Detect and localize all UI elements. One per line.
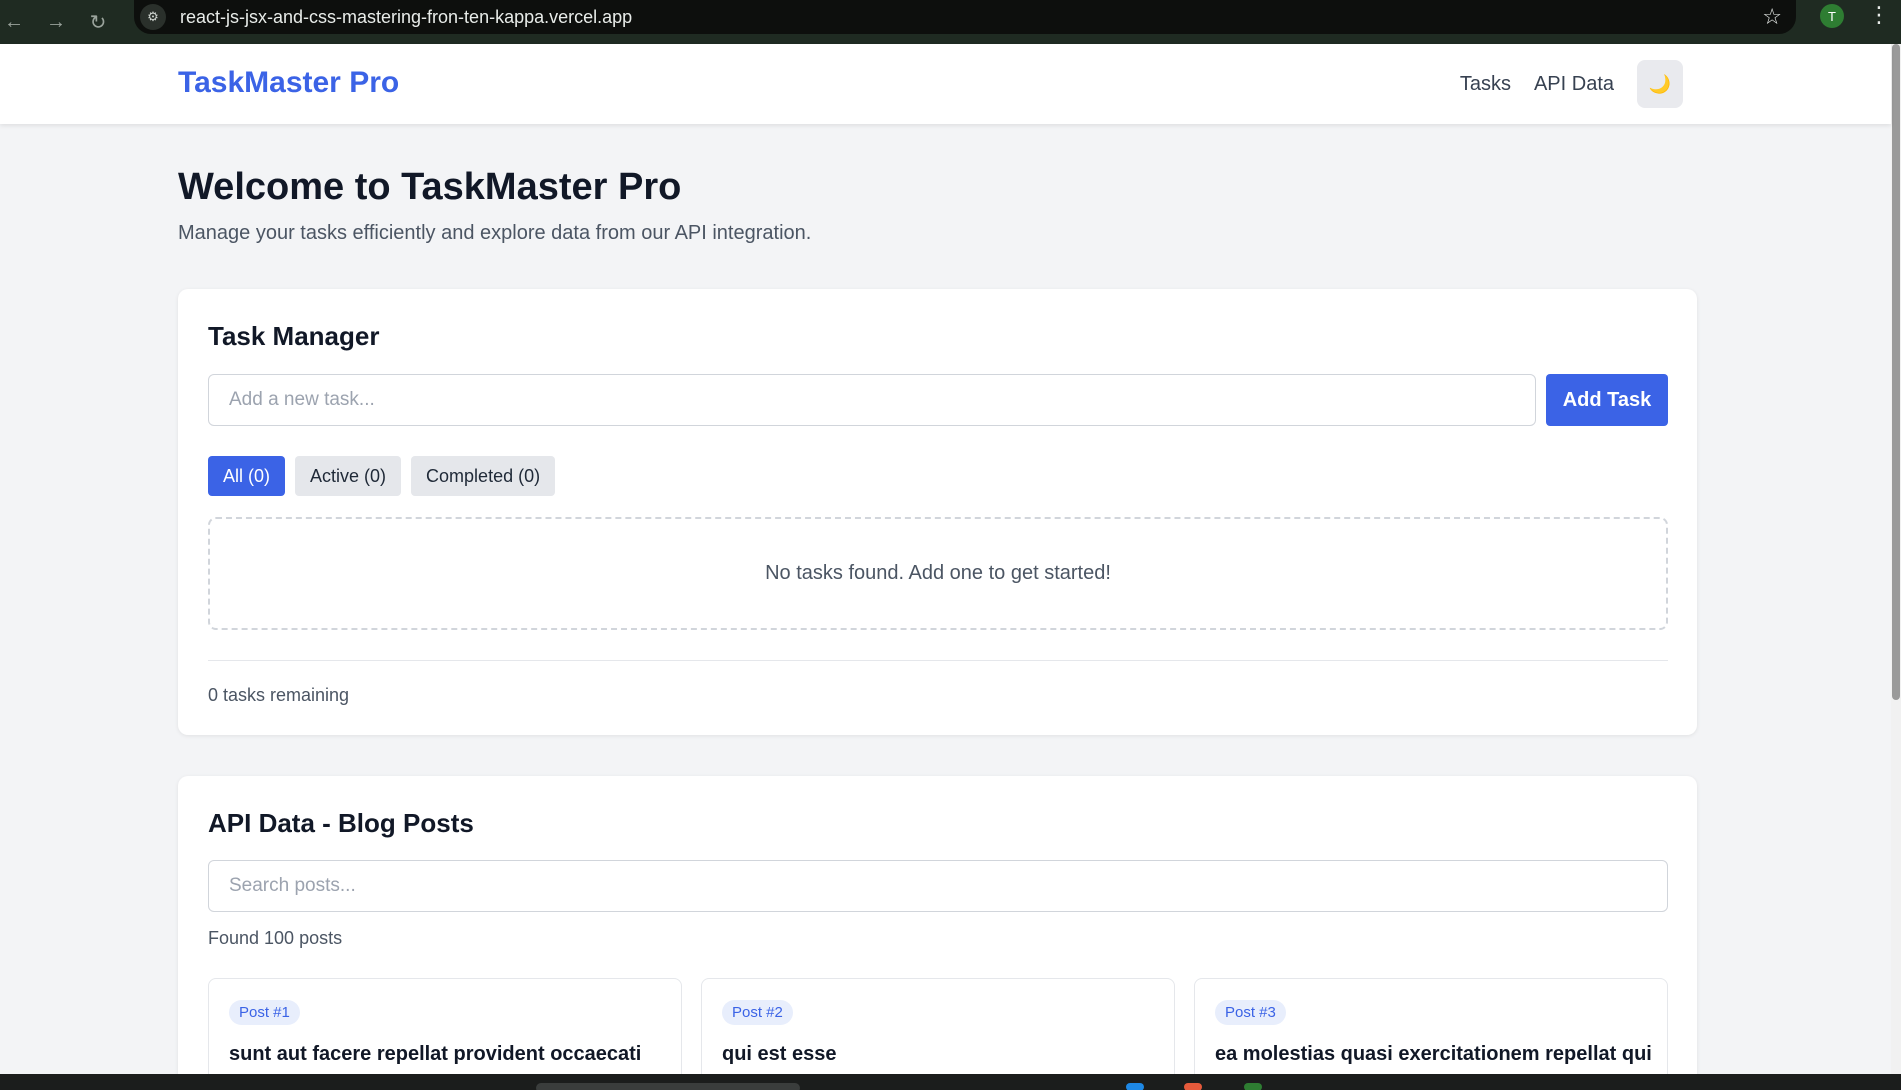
reload-icon[interactable]: ↻ <box>84 8 112 36</box>
taskbar-app-icon[interactable] <box>1244 1083 1262 1090</box>
back-icon[interactable]: ← <box>0 8 28 36</box>
app-header: TaskMaster Pro Tasks API Data 🌙 <box>0 44 1891 124</box>
api-data-card: API Data - Blog Posts Found 100 posts Po… <box>178 776 1697 1090</box>
moon-icon: 🌙 <box>1648 73 1672 94</box>
add-task-button[interactable]: Add Task <box>1546 374 1668 426</box>
filter-completed-button[interactable]: Completed (0) <box>411 456 556 496</box>
taskbar-app-icon[interactable] <box>1184 1083 1202 1090</box>
filter-active-button[interactable]: Active (0) <box>295 456 402 496</box>
page-title: Welcome to TaskMaster Pro <box>178 166 682 208</box>
page-subtitle: Manage your tasks efficiently and explor… <box>178 222 812 244</box>
tasks-remaining-count: 0 tasks remaining <box>208 685 350 705</box>
post-title: qui est esse <box>722 1043 837 1065</box>
browser-menu-icon[interactable]: ⋮ <box>1868 2 1890 28</box>
taskbar-app-icon[interactable] <box>1126 1083 1144 1090</box>
main-nav: Tasks API Data 🌙 <box>1460 60 1683 108</box>
bookmark-star-icon[interactable]: ☆ <box>1762 4 1782 30</box>
nav-link-tasks[interactable]: Tasks <box>1460 73 1511 96</box>
browser-toolbar: ← → ↻ ⚙ react-js-jsx-and-css-mastering-f… <box>0 0 1901 44</box>
post-title: ea molestias quasi exercitationem repell… <box>1215 1043 1652 1065</box>
address-bar[interactable]: ⚙ react-js-jsx-and-css-mastering-fron-te… <box>134 0 1796 34</box>
task-manager-card: Task Manager Add Task All (0) Active (0)… <box>178 289 1697 735</box>
taskbar-search[interactable] <box>536 1083 800 1090</box>
new-task-input[interactable] <box>208 374 1536 426</box>
os-taskbar <box>0 1074 1901 1090</box>
posts-found-count: Found 100 posts <box>208 928 343 948</box>
theme-toggle-button[interactable]: 🌙 <box>1637 60 1683 108</box>
filter-all-button[interactable]: All (0) <box>208 456 286 496</box>
post-badge: Post #2 <box>722 1000 793 1025</box>
nav-link-api-data[interactable]: API Data <box>1534 73 1614 96</box>
api-data-title: API Data - Blog Posts <box>208 808 474 838</box>
post-title: sunt aut facere repellat provident occae… <box>229 1043 642 1065</box>
site-settings-icon[interactable]: ⚙ <box>140 4 166 30</box>
empty-tasks-message: No tasks found. Add one to get started! <box>208 517 1668 630</box>
brand-logo[interactable]: TaskMaster Pro <box>178 66 399 100</box>
profile-avatar[interactable]: T <box>1820 4 1844 28</box>
post-badge: Post #1 <box>229 1000 300 1025</box>
scrollbar-thumb[interactable] <box>1892 44 1900 700</box>
task-manager-title: Task Manager <box>208 321 380 351</box>
divider <box>208 660 1668 661</box>
post-badge: Post #3 <box>1215 1000 1286 1025</box>
page-scrollbar[interactable] <box>1891 44 1901 1074</box>
forward-icon[interactable]: → <box>42 8 70 36</box>
task-filters: All (0) Active (0) Completed (0) <box>208 456 565 496</box>
search-posts-input[interactable] <box>208 860 1668 912</box>
url-text[interactable]: react-js-jsx-and-css-mastering-fron-ten-… <box>180 7 632 28</box>
